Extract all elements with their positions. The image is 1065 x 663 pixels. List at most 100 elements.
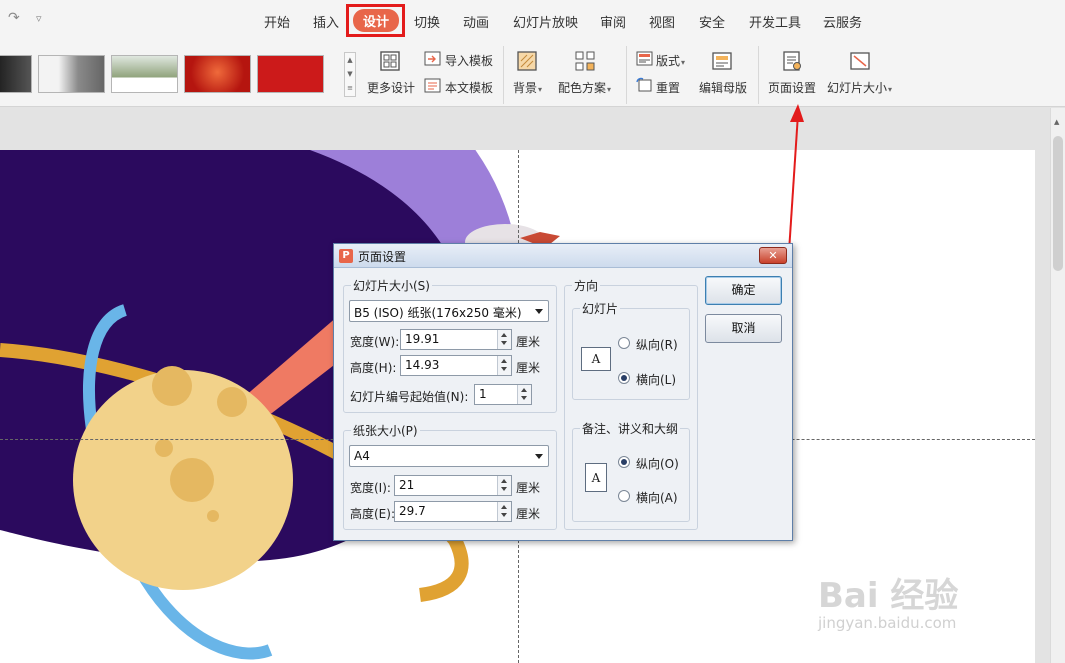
template-thumbnail[interactable] [257, 55, 324, 93]
scroll-up-icon[interactable]: ▲ [1054, 118, 1059, 126]
crater-shape [152, 366, 192, 406]
background-button[interactable]: 背景▾ [513, 79, 542, 96]
tab-slideshow[interactable]: 幻灯片放映 [513, 12, 578, 31]
close-button[interactable]: ✕ [759, 247, 787, 264]
start-number-label: 幻灯片编号起始值(N): [350, 390, 469, 404]
paper-height-label: 高度(E): [350, 507, 395, 521]
reset-icon [636, 77, 652, 92]
notes-landscape-radio[interactable] [618, 490, 630, 502]
edit-master-button[interactable]: 编辑母版 [699, 79, 747, 96]
paper-height-spinner[interactable]: 29.7 [394, 501, 512, 522]
spinner-buttons[interactable] [497, 476, 511, 495]
width-value: 19.91 [405, 332, 440, 346]
spin-up-icon [521, 388, 527, 392]
gallery-scroll-button[interactable]: ▲ ▼ ≡ [344, 52, 356, 97]
layout-label: 版式 [656, 54, 681, 68]
chevron-down-icon [535, 309, 543, 314]
cancel-button[interactable]: 取消 [705, 314, 782, 343]
spinner-buttons[interactable] [517, 385, 531, 404]
slides-portrait-radio[interactable] [618, 337, 630, 349]
spin-down-icon [521, 396, 527, 400]
slide-size-icon [850, 52, 870, 70]
ok-button[interactable]: 确定 [705, 276, 782, 305]
slide-size-button[interactable]: 幻灯片大小▾ [827, 79, 892, 96]
page-setup-button[interactable]: 页面设置 [768, 79, 816, 96]
scrollbar-thumb[interactable] [1053, 136, 1063, 271]
vertical-scrollbar[interactable]: ▲ [1050, 108, 1065, 663]
chevron-down-icon: ▾ [538, 85, 543, 94]
app-logo-icon: P [339, 249, 353, 263]
slide-size-select[interactable]: B5 (ISO) 纸张(176x250 毫米) [349, 300, 549, 322]
layout-button[interactable]: 版式▾ [656, 52, 685, 69]
slide-size-value: B5 (ISO) 纸张(176x250 毫米) [354, 306, 522, 320]
this-template-icon [424, 78, 441, 93]
notes-portrait-radio[interactable] [618, 456, 630, 468]
customize-quick-access-icon[interactable]: ▿ [36, 12, 42, 25]
spinner-buttons[interactable] [497, 356, 511, 375]
slides-landscape-radio[interactable] [618, 372, 630, 384]
start-number-spinner[interactable]: 1 [474, 384, 532, 405]
reset-button[interactable]: 重置 [656, 79, 680, 96]
tab-insert[interactable]: 插入 [313, 12, 339, 31]
tab-review[interactable]: 审阅 [600, 12, 626, 31]
spinner-buttons[interactable] [497, 502, 511, 521]
slide-size-label: 幻灯片大小 [827, 81, 888, 95]
crater-shape [217, 387, 247, 417]
baidu-jingyan-watermark-logo: Bai 经验 [818, 576, 959, 616]
background-icon [517, 51, 537, 71]
spin-up-icon [501, 505, 507, 509]
spin-up-icon [501, 479, 507, 483]
tab-design-highlight-box [346, 4, 405, 37]
tab-developer[interactable]: 开发工具 [749, 12, 801, 31]
spin-down-icon [501, 367, 507, 371]
paper-width-unit: 厘米 [516, 481, 541, 495]
menu-bar: ↷ ▿ 开始 插入 设计 切换 动画 幻灯片放映 审阅 视图 安全 开发工具 云… [0, 0, 1065, 40]
slides-subgroup-label: 幻灯片 [580, 300, 621, 317]
paper-height-unit: 厘米 [516, 507, 541, 521]
landscape-page-icon: A [581, 347, 611, 371]
more-design-icon [380, 51, 400, 71]
import-template-button[interactable]: 导入模板 [445, 52, 493, 69]
edit-master-icon [712, 52, 732, 70]
watermark-url: jingyan.baidu.com [818, 614, 957, 632]
spin-up-icon [501, 359, 507, 363]
paper-width-spinner[interactable]: 21 [394, 475, 512, 496]
ribbon: ▲ ▼ ≡ 更多设计 导入模板 本文模板 背景▾ 配色方案▾ 版式▾ 重置 编辑母版 [0, 40, 1065, 107]
this-template-button[interactable]: 本文模板 [445, 79, 493, 96]
template-thumbnail[interactable] [184, 55, 251, 93]
crater-shape [155, 439, 173, 457]
tab-animations[interactable]: 动画 [463, 12, 489, 31]
redo-icon[interactable]: ↷ [8, 10, 20, 26]
spin-down-icon [501, 487, 507, 491]
paper-size-group-label: 纸张大小(P) [351, 422, 420, 439]
orientation-group-label: 方向 [572, 277, 601, 294]
height-spinner[interactable]: 14.93 [400, 355, 512, 376]
chevron-down-icon: ▾ [607, 85, 612, 94]
template-thumbnail[interactable] [38, 55, 105, 93]
tab-security[interactable]: 安全 [699, 12, 725, 31]
chevron-down-icon [535, 454, 543, 459]
dialog-title: 页面设置 [358, 250, 407, 264]
paper-size-select[interactable]: A4 [349, 445, 549, 467]
paper-height-value: 29.7 [399, 504, 426, 518]
tab-view[interactable]: 视图 [649, 12, 675, 31]
slides-landscape-label: 横向(L) [636, 373, 677, 387]
color-scheme-icon [575, 51, 595, 71]
spinner-buttons[interactable] [497, 330, 511, 349]
tab-cloud[interactable]: 云服务 [823, 12, 862, 31]
template-thumbnail[interactable] [111, 55, 178, 93]
tab-transitions[interactable]: 切换 [414, 12, 440, 31]
background-label: 背景 [513, 81, 538, 95]
template-thumbnail[interactable] [0, 55, 32, 93]
tab-home[interactable]: 开始 [264, 12, 290, 31]
spin-down-icon [501, 341, 507, 345]
more-design-button[interactable]: 更多设计 [367, 79, 415, 96]
ribbon-separator [503, 46, 504, 104]
color-scheme-button[interactable]: 配色方案▾ [558, 79, 611, 96]
import-template-icon [424, 51, 441, 66]
dialog-title-bar[interactable]: P 页面设置 ✕ [334, 244, 792, 268]
crater-shape [207, 510, 219, 522]
slide-size-group-label: 幻灯片大小(S) [351, 277, 432, 294]
chevron-down-icon: ▾ [681, 58, 686, 67]
width-spinner[interactable]: 19.91 [400, 329, 512, 350]
